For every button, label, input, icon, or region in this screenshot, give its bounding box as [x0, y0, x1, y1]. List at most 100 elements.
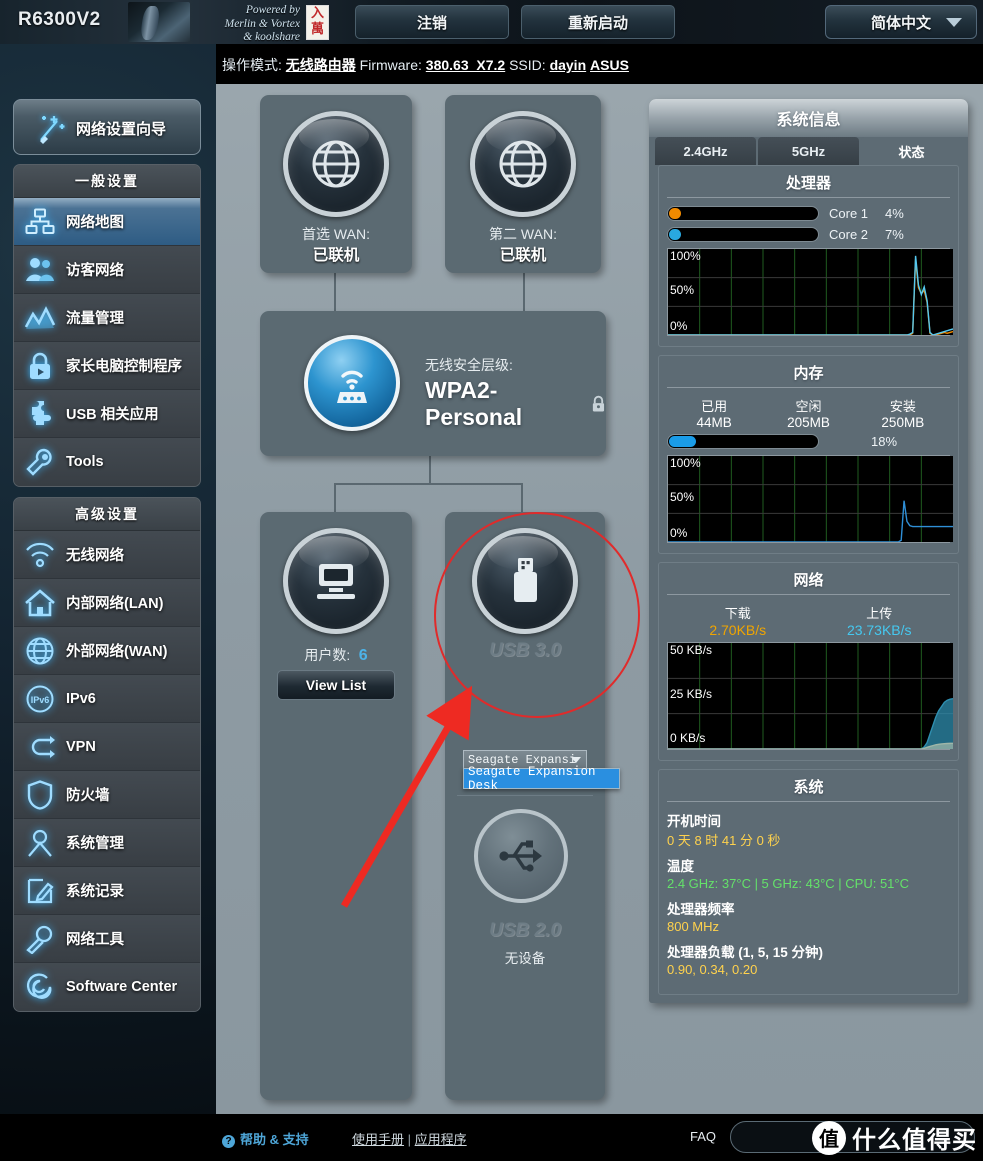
router-node[interactable]: 无线安全层级: WPA2-Personal — [260, 311, 606, 456]
memory-free-label: 空闲 — [795, 399, 822, 414]
cpu-core2-bar-fill — [669, 229, 681, 240]
usb-drive-glyph — [514, 558, 537, 602]
sidebar-item-tools[interactable]: Tools — [14, 438, 200, 486]
ipv6-icon: IPv6 — [14, 684, 66, 714]
cpu-core2-label: Core 2 — [829, 227, 869, 242]
system-info-tabs: 2.4GHz 5GHz 状态 — [649, 137, 968, 165]
cpu-axis-50: 50% — [670, 283, 695, 297]
usb-port-icon — [474, 809, 568, 903]
footer-links: 使用手册 | 应用程序 — [352, 1129, 467, 1148]
usb-node[interactable]: USB 3.0 不在线 Seagate Expansi Seagate Expa… — [445, 512, 620, 1100]
chevron-down-icon — [571, 757, 581, 763]
administration-icon — [14, 828, 66, 858]
memory-total-col: 安装 250MB — [856, 396, 950, 430]
sidebar-item-system-log[interactable]: 系统记录 — [14, 867, 200, 915]
tab-status[interactable]: 状态 — [861, 137, 962, 165]
cpu-axis-100: 100% — [670, 249, 701, 263]
cpu-core1-percent: 4% — [885, 206, 904, 221]
connector-line — [334, 273, 336, 311]
lock-icon[interactable] — [591, 395, 606, 413]
sidebar-item-label: 网络工具 — [66, 932, 124, 948]
connector-line — [521, 483, 523, 512]
cpu-frequency-value: 800 MHz — [667, 919, 720, 934]
ssid-value-24ghz[interactable]: dayin — [550, 57, 587, 73]
sidebar-item-wan[interactable]: 外部网络(WAN) — [14, 627, 200, 675]
memory-axis-0: 0% — [670, 526, 688, 540]
sidebar-item-traffic-manager[interactable]: 流量管理 — [14, 294, 200, 342]
network-download-col: 下载 2.70KB/s — [667, 603, 809, 638]
system-card-title: 系统 — [667, 776, 950, 802]
sidebar-item-guest-network[interactable]: 访客网络 — [14, 246, 200, 294]
language-selector[interactable]: 简体中文 — [825, 5, 977, 39]
sidebar-item-vpn[interactable]: VPN — [14, 723, 200, 771]
watermark: 值 什么值得买 — [812, 1120, 977, 1155]
view-list-button[interactable]: View List — [277, 670, 395, 700]
info-bar-text: 操作模式: 无线路由器 Firmware: 380.63_X7.2 SSID: … — [222, 55, 629, 75]
cpu-core1-bar-fill — [669, 208, 681, 219]
sidebar-item-label: USB 相关应用 — [66, 407, 159, 423]
sidebar-item-label: IPv6 — [66, 690, 96, 707]
network-upload-value: 23.73KB/s — [846, 622, 912, 638]
watermark-text: 什么值得买 — [852, 1127, 977, 1154]
wan-secondary-node[interactable]: 第二 WAN: 已联机 — [445, 95, 601, 273]
network-map-icon — [14, 208, 66, 236]
sidebar-item-network-tools[interactable]: 网络工具 — [14, 915, 200, 963]
sidebar-item-firewall[interactable]: 防火墙 — [14, 771, 200, 819]
op-mode-value[interactable]: 无线路由器 — [286, 57, 356, 73]
guest-network-icon — [14, 256, 66, 284]
firmware-version[interactable]: 380.63_X7.2 — [426, 57, 505, 73]
sidebar-item-label: 访客网络 — [66, 263, 124, 279]
memory-usage-percent: 18% — [871, 434, 898, 449]
sidebar-item-label: 无线网络 — [66, 548, 124, 564]
sidebar-item-label: Tools — [66, 454, 104, 470]
powered-by-line-1: Powered by — [245, 4, 300, 16]
sidebar-item-parental-control[interactable]: 家长电脑控制程序 — [14, 342, 200, 390]
cpu-axis-0: 0% — [670, 319, 688, 333]
usb3-device-option[interactable]: Seagate Expansion Desk — [463, 765, 620, 793]
network-columns: 下载 2.70KB/s 上传 23.73KB/s — [667, 603, 950, 638]
sidebar-item-ipv6[interactable]: IPv6 IPv6 — [14, 675, 200, 723]
cpu-core2-bar — [667, 227, 819, 242]
sidebar-item-wireless[interactable]: 无线网络 — [14, 531, 200, 579]
seal-stamp-icon: 入 萬 — [306, 5, 329, 40]
faq-link[interactable]: FAQ — [690, 1129, 716, 1144]
sidebar-item-label: 家长电脑控制程序 — [66, 359, 182, 375]
usb2-label: USB 2.0 — [489, 920, 561, 941]
tab-24ghz[interactable]: 2.4GHz — [655, 137, 756, 165]
network-upload-col: 上传 23.73KB/s — [809, 603, 951, 638]
sidebar-item-label: 防火墙 — [66, 788, 110, 804]
traffic-manager-icon — [14, 305, 66, 331]
cpu-frequency-label: 处理器频率 — [667, 902, 735, 917]
sidebar-item-lan[interactable]: 内部网络(LAN) — [14, 579, 200, 627]
logout-button[interactable]: 注销 — [355, 5, 509, 39]
reboot-button[interactable]: 重新启动 — [521, 5, 675, 39]
sidebar-item-administration[interactable]: 系统管理 — [14, 819, 200, 867]
router-glyph — [337, 370, 367, 403]
chevron-down-icon — [946, 18, 962, 27]
tab-5ghz[interactable]: 5GHz — [758, 137, 859, 165]
sidebar-item-usb-application[interactable]: USB 相关应用 — [14, 390, 200, 438]
network-setup-wizard-button[interactable]: 网络设置向导 — [13, 99, 201, 155]
sidebar-item-software-center[interactable]: Software Center — [14, 963, 200, 1011]
usb2-status-text: 无设备 — [504, 951, 546, 966]
router-security-value-wrap: WPA2-Personal — [425, 377, 606, 431]
system-info-panel: 系统信息 2.4GHz 5GHz 状态 处理器 Core 1 4% Core 2 — [649, 99, 968, 1003]
wan-primary-node[interactable]: 首选 WAN: 已联机 — [260, 95, 412, 273]
ssid-value-5ghz[interactable]: ASUS — [590, 57, 629, 73]
network-traffic-chart: 50 KB/s 25 KB/s 0 KB/s — [667, 642, 953, 750]
client-monitor-icon — [283, 528, 389, 634]
help-icon: ? — [222, 1135, 235, 1148]
sidebar-item-label: 系统记录 — [66, 884, 124, 900]
cpu-core2-percent: 7% — [885, 227, 904, 242]
cpu-core-row: Core 1 4% — [667, 206, 950, 221]
sidebar-item-label: 系统管理 — [66, 836, 124, 852]
memory-free-value: 205MB — [787, 415, 830, 430]
system-log-icon — [14, 877, 66, 905]
clients-node[interactable]: 用户数: 6 View List — [260, 512, 412, 1100]
help-support-link[interactable]: ? 帮助 & 支持 — [222, 1129, 309, 1148]
uptime-label: 开机时间 — [667, 814, 721, 829]
sidebar-item-network-map[interactable]: 网络地图 — [14, 198, 200, 246]
utility-app-link[interactable]: 应用程序 — [415, 1132, 467, 1147]
temperature-line: 温度 2.4 GHz: 37°C | 5 GHz: 43°C | CPU: 51… — [667, 855, 950, 893]
user-manual-link[interactable]: 使用手册 — [352, 1132, 404, 1147]
